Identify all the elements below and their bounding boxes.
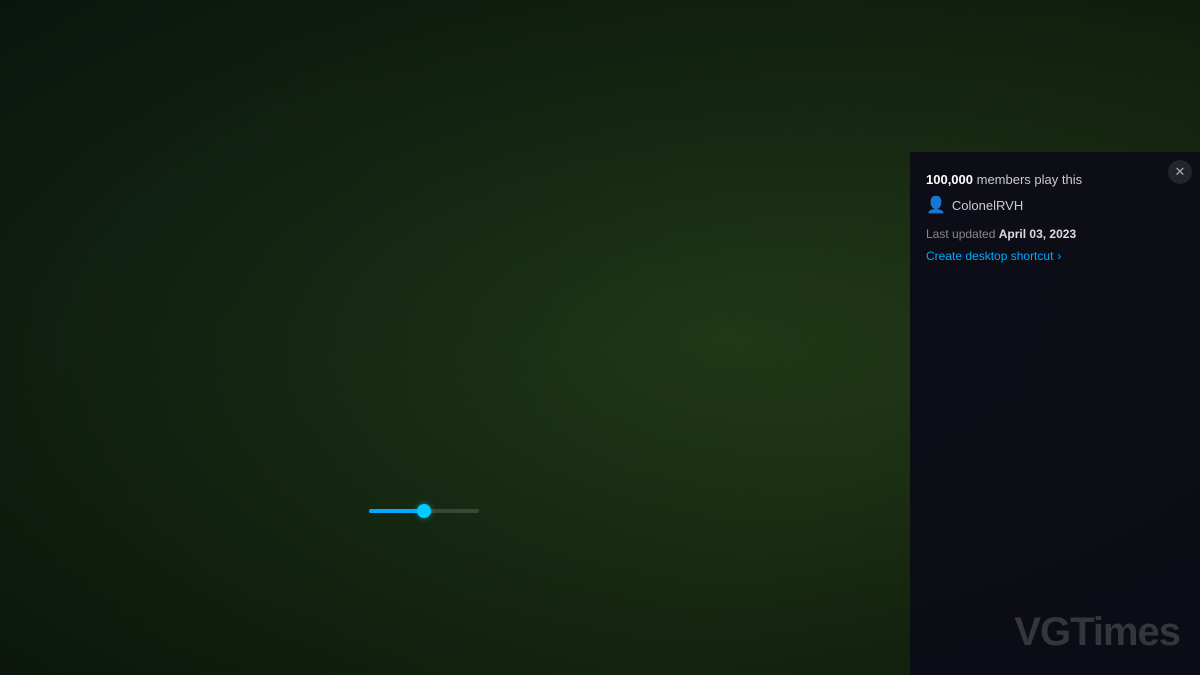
info-username: ColonelRVH: [952, 198, 1023, 213]
slider-thumb[interactable]: [417, 504, 431, 518]
game-speed-slider-track[interactable]: [369, 509, 479, 513]
close-info-button[interactable]: ✕: [1168, 160, 1192, 184]
info-members: 100,000 members play this: [926, 172, 1184, 187]
slider-fill: [369, 509, 424, 513]
info-user: 👤 ColonelRVH: [926, 195, 1184, 215]
user-avatar-icon: 👤: [926, 195, 946, 215]
create-shortcut-link[interactable]: Create desktop shortcut ›: [926, 249, 1184, 263]
shortcut-arrow-icon: ›: [1057, 249, 1061, 263]
members-count: 100,000: [926, 172, 973, 187]
create-shortcut-text: Create desktop shortcut: [926, 249, 1053, 263]
info-updated: Last updated April 03, 2023: [926, 227, 1184, 241]
members-play-label: members play this: [977, 172, 1082, 187]
info-content: 100,000 members play this 👤 ColonelRVH L…: [910, 152, 1200, 283]
info-panel: ✕ 100,000 members play this 👤 ColonelRVH…: [910, 152, 1200, 675]
last-updated-label: Last updated: [926, 227, 995, 241]
last-updated-date: April 03, 2023: [999, 227, 1076, 241]
